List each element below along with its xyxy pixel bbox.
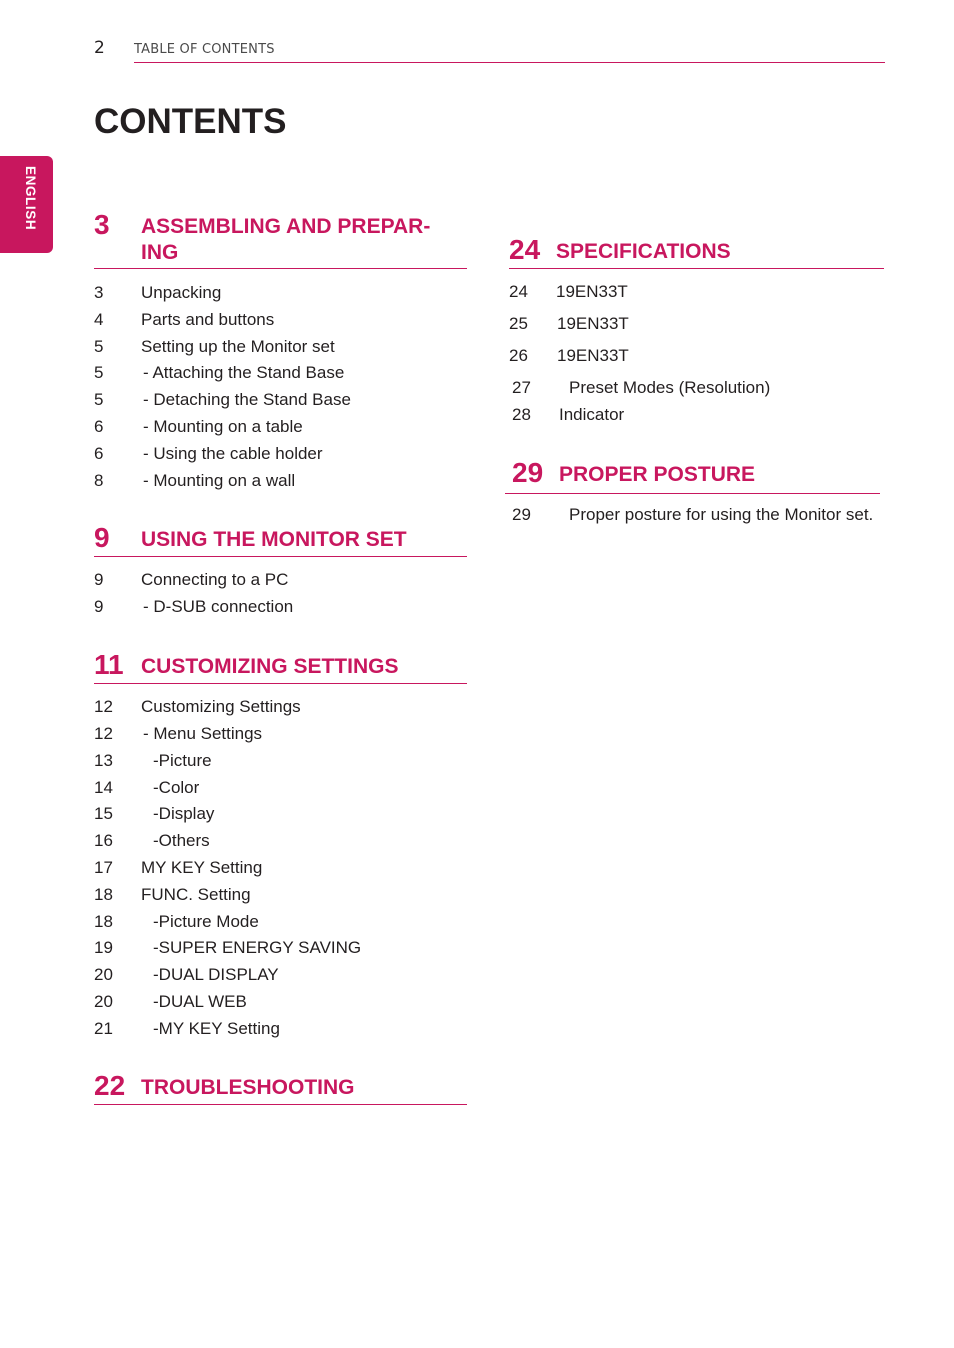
entry-label: Setting up the Monitor set bbox=[141, 337, 335, 356]
entry-label: FUNC. Setting bbox=[141, 885, 251, 904]
section-rule bbox=[509, 268, 884, 269]
entry-label: - D-SUB connection bbox=[143, 597, 294, 616]
page-title: CONTENTS bbox=[94, 102, 287, 141]
section-title-line2[interactable]: ING bbox=[141, 240, 178, 266]
entry-page: 15 bbox=[94, 804, 113, 823]
entry-page: 24 bbox=[509, 282, 528, 301]
entry-page: 18 bbox=[94, 912, 113, 931]
entry-page: 17 bbox=[94, 858, 113, 877]
entry-page: 5 bbox=[94, 337, 104, 356]
entry-page: 5 bbox=[94, 363, 104, 382]
entry-label: - Detaching the Stand Base bbox=[143, 390, 351, 409]
entry-page: 20 bbox=[94, 992, 113, 1011]
section-rule bbox=[94, 683, 467, 684]
entry-label: Indicator bbox=[559, 405, 625, 424]
entry-label: -DUAL WEB bbox=[153, 992, 247, 1011]
entry-page: 6 bbox=[94, 444, 104, 463]
section-title-line1[interactable]: ASSEMBLING AND PREPAR- bbox=[141, 214, 430, 240]
section-rule bbox=[505, 493, 880, 494]
entry-page: 21 bbox=[94, 1019, 113, 1038]
section-rule bbox=[94, 1104, 467, 1105]
section-number: 29 bbox=[512, 457, 544, 488]
entry-label: -Color bbox=[153, 778, 200, 797]
entry-page: 18 bbox=[94, 885, 113, 904]
entry-label: Unpacking bbox=[141, 283, 222, 302]
entry-label: Connecting to a PC bbox=[141, 570, 289, 589]
entry-page: 25 bbox=[509, 314, 528, 333]
page-number: 2 bbox=[94, 38, 105, 58]
entry-label: - Attaching the Stand Base bbox=[143, 363, 345, 382]
entry-label: - Menu Settings bbox=[143, 724, 263, 743]
section-title[interactable]: TROUBLESHOOTING bbox=[141, 1075, 355, 1101]
section-title[interactable]: CUSTOMIZING SETTINGS bbox=[141, 654, 398, 680]
entry-page: 9 bbox=[94, 597, 104, 616]
section-title[interactable]: PROPER POSTURE bbox=[559, 462, 755, 488]
entry-label: - Mounting on a wall bbox=[143, 471, 296, 490]
entry-label: 19EN33T bbox=[556, 282, 628, 301]
entry-label: Parts and buttons bbox=[141, 310, 275, 329]
header-rule bbox=[134, 62, 885, 63]
entry-page: 5 bbox=[94, 390, 104, 409]
section-title[interactable]: USING THE MONITOR SET bbox=[141, 527, 407, 553]
entry-page: 29 bbox=[512, 505, 531, 524]
running-title: TABLE OF CONTENTS bbox=[134, 42, 275, 57]
entry-label: -Display bbox=[153, 804, 215, 823]
entry-label: -SUPER ENERGY SAVING bbox=[153, 938, 362, 957]
entry-page: 8 bbox=[94, 471, 104, 490]
entry-label: - Using the cable holder bbox=[143, 444, 323, 463]
entry-page: 12 bbox=[94, 697, 113, 716]
section-rule bbox=[94, 268, 467, 269]
entry-page: 12 bbox=[94, 724, 113, 743]
section-number: 11 bbox=[94, 649, 124, 680]
entry-label: MY KEY Setting bbox=[141, 858, 263, 877]
entry-page: 20 bbox=[94, 965, 113, 984]
entry-label: 19EN33T bbox=[557, 314, 629, 333]
entry-label: - Mounting on a table bbox=[143, 417, 303, 436]
entry-page: 4 bbox=[94, 310, 104, 329]
entry-label: Proper posture for using the Monitor set… bbox=[569, 505, 874, 524]
entry-page: 6 bbox=[94, 417, 104, 436]
entry-page: 13 bbox=[94, 751, 113, 770]
entry-label: -MY KEY Setting bbox=[153, 1019, 280, 1038]
entry-label: -Others bbox=[153, 831, 210, 850]
section-title[interactable]: SPECIFICATIONS bbox=[556, 239, 731, 265]
entry-page: 27 bbox=[512, 378, 531, 397]
entry-page: 19 bbox=[94, 938, 113, 957]
entry-page: 26 bbox=[509, 346, 528, 365]
entry-page: 28 bbox=[512, 405, 531, 424]
entry-page: 14 bbox=[94, 778, 113, 797]
language-tab-label: ENGLISH bbox=[23, 166, 38, 231]
entry-label: Preset Modes (Resolution) bbox=[569, 378, 771, 397]
section-number: 22 bbox=[94, 1070, 126, 1101]
language-tab: ENGLISH bbox=[0, 156, 53, 253]
entry-label: -Picture Mode bbox=[153, 912, 259, 931]
entry-label: -DUAL DISPLAY bbox=[153, 965, 279, 984]
entry-label: 19EN33T bbox=[557, 346, 629, 365]
section-number: 3 bbox=[94, 209, 110, 240]
entry-label: Customizing Settings bbox=[141, 697, 301, 716]
entry-label: -Picture bbox=[153, 751, 212, 770]
entry-page: 9 bbox=[94, 570, 104, 589]
section-number: 9 bbox=[94, 522, 110, 553]
section-rule bbox=[94, 556, 467, 557]
entry-page: 3 bbox=[94, 283, 104, 302]
entry-page: 16 bbox=[94, 831, 113, 850]
section-number: 24 bbox=[509, 234, 541, 265]
